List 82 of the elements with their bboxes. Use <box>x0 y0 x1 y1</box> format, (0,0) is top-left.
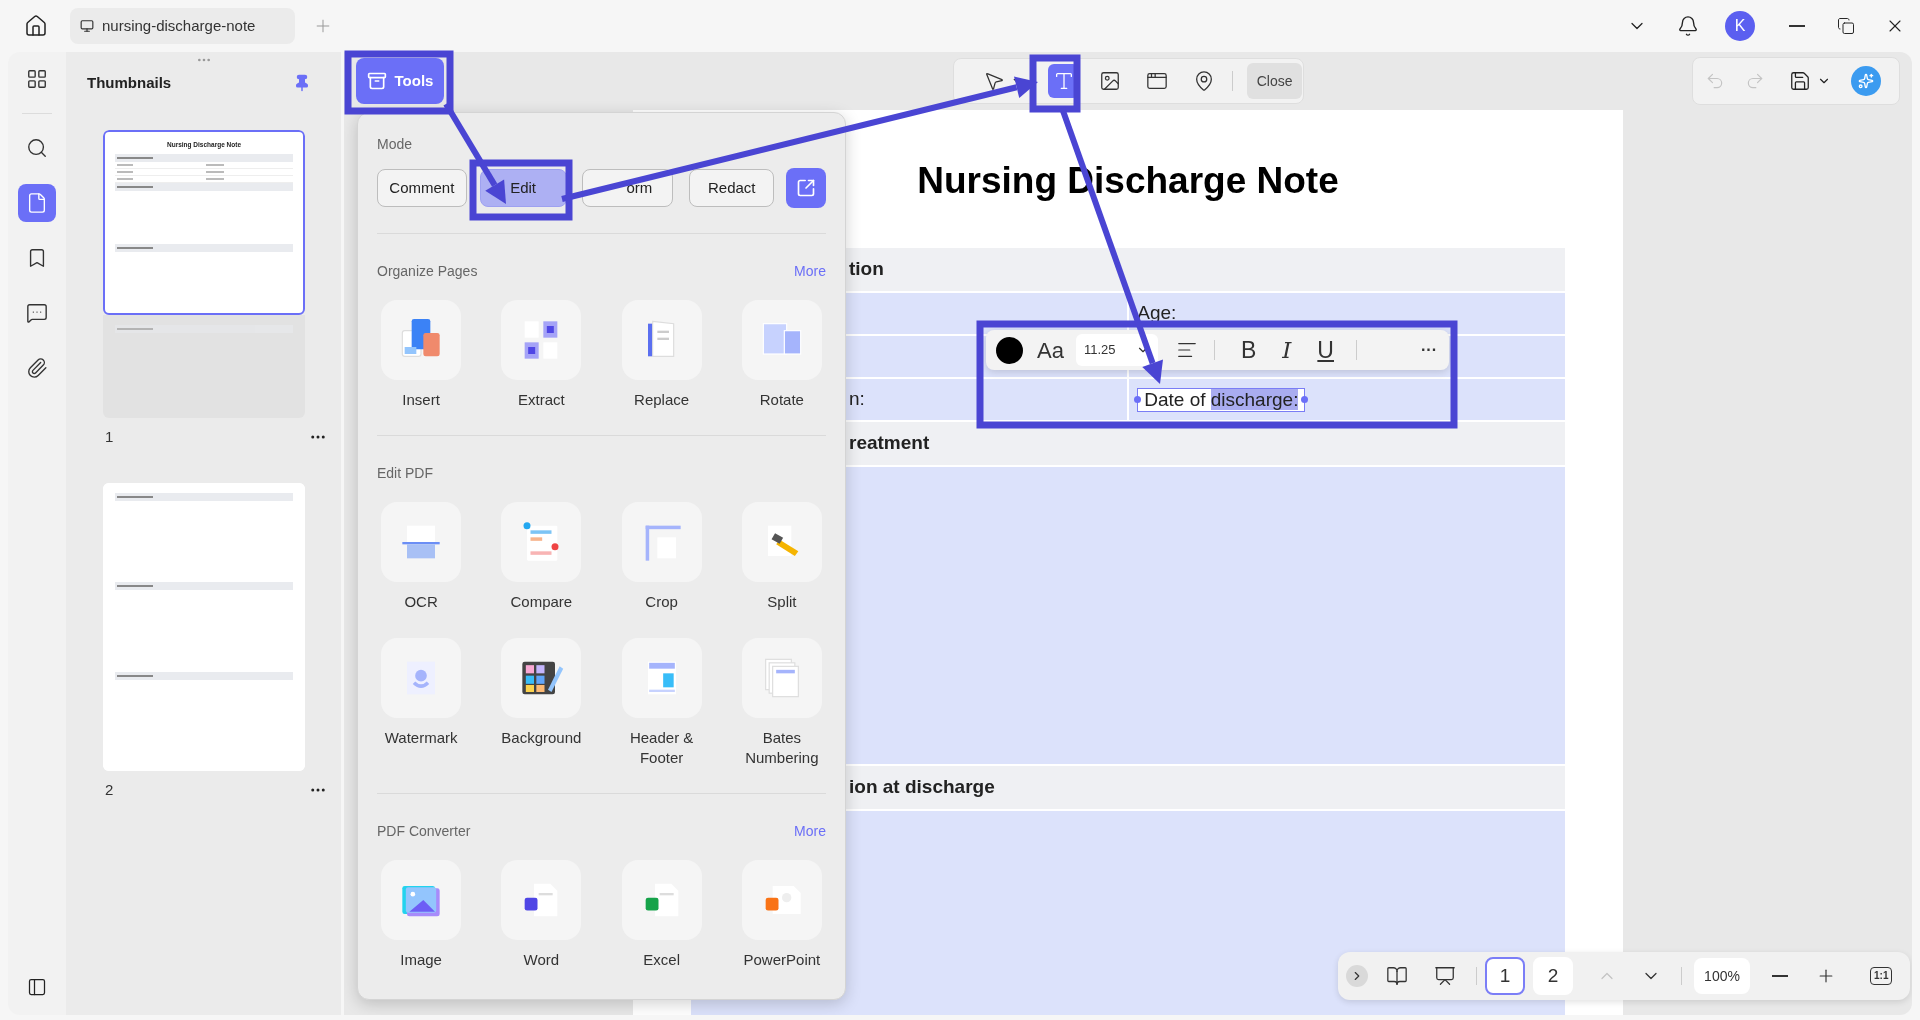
open-external-button[interactable] <box>786 168 826 208</box>
tool-label: Header & Footer <box>628 728 695 768</box>
expand-button[interactable] <box>1346 965 1368 987</box>
tool-label: Bates Numbering <box>744 728 820 768</box>
more-button[interactable]: ··· <box>1421 338 1437 362</box>
ai-assistant-button[interactable] <box>1851 66 1881 96</box>
external-link-icon <box>796 178 817 198</box>
toolbox-icon <box>366 71 387 91</box>
notification-button[interactable] <box>1677 15 1699 37</box>
home-icon <box>24 14 48 38</box>
text-style-button[interactable]: B <box>1240 332 1257 368</box>
bell-icon <box>1677 15 1699 37</box>
tool-button[interactable] <box>501 638 582 718</box>
tool-button[interactable] <box>501 860 582 940</box>
tool-label: Split <box>766 592 798 612</box>
presentation-icon <box>1434 965 1456 987</box>
text-style-button[interactable]: I <box>1282 332 1292 368</box>
grid-icon <box>26 68 48 90</box>
restore-icon <box>1837 17 1855 35</box>
paperclip-icon <box>26 357 48 379</box>
monitor-icon <box>80 19 94 33</box>
reading-mode-button[interactable] <box>1386 965 1408 987</box>
page-icon <box>26 192 48 214</box>
book-icon <box>1386 965 1408 987</box>
tool-label: Replace <box>633 390 691 410</box>
minimize-icon <box>1789 25 1805 27</box>
pin-icon <box>293 74 311 92</box>
tool-label: Word <box>522 950 561 970</box>
mode-button[interactable]: Redact <box>689 169 775 207</box>
image-icon <box>1099 70 1122 92</box>
sparkle-icon <box>1858 73 1874 89</box>
page-number: 2 <box>105 779 114 800</box>
save-button[interactable] <box>1789 70 1811 92</box>
avatar[interactable]: K <box>1725 11 1755 41</box>
restore-button[interactable] <box>1837 17 1855 35</box>
section-title: PDF Converter <box>377 822 471 840</box>
text-edit-box[interactable]: Date of discharge: <box>1137 387 1306 412</box>
tool-label: Image <box>399 950 443 970</box>
tool-label: Rotate <box>758 390 805 410</box>
tool-label: Insert <box>401 390 441 410</box>
document-tab[interactable]: nursing-discharge-note <box>70 8 295 44</box>
panel-button[interactable] <box>27 977 47 997</box>
more-link[interactable]: More <box>794 262 826 280</box>
tools-button[interactable]: Tools <box>356 58 444 104</box>
section-title: Edit PDF <box>377 464 433 482</box>
section-title: Organize Pages <box>377 262 478 280</box>
actual-size-button[interactable]: 1:1 <box>1870 967 1893 985</box>
tool-label: OCR <box>403 592 439 612</box>
link-box-icon <box>1146 70 1169 92</box>
more-link[interactable]: More <box>794 822 826 840</box>
redo-icon <box>1745 71 1765 91</box>
search-icon <box>26 137 48 159</box>
font-size-dropdown[interactable]: 11.25 <box>1075 334 1158 366</box>
panel-title: Thumbnails <box>87 72 172 93</box>
tool-label: Crop <box>644 592 679 612</box>
text-style-button[interactable]: U <box>1317 332 1334 368</box>
home-button[interactable] <box>23 13 49 39</box>
minus-icon <box>1772 975 1788 977</box>
zoom-field[interactable]: 100% <box>1694 958 1750 994</box>
section-title: Mode <box>377 135 414 153</box>
page-button[interactable]: 2 <box>1533 957 1573 995</box>
undo-icon <box>1705 71 1725 91</box>
tool-label: Background <box>500 728 583 748</box>
close-edit-button[interactable]: Close <box>1246 63 1303 99</box>
tool-label: Compare <box>509 592 574 612</box>
tool-label: Excel <box>642 950 681 970</box>
tool-label: Extract <box>517 390 566 410</box>
tool-label: Watermark <box>383 728 459 748</box>
page-number: 1 <box>105 426 114 447</box>
save-icon <box>1789 70 1811 92</box>
comment-icon <box>26 302 48 324</box>
page-button[interactable]: 1 <box>1485 957 1525 995</box>
page-thumbnail[interactable] <box>103 483 305 771</box>
highlight-frame <box>1029 54 1081 113</box>
tool-label: PowerPoint <box>742 950 822 970</box>
mode-button[interactable]: Comment <box>377 169 467 207</box>
resize-handle[interactable] <box>1301 395 1309 403</box>
color-swatch[interactable] <box>996 336 1023 364</box>
panel-icon <box>27 977 47 997</box>
presentation-button[interactable] <box>1434 965 1456 987</box>
resize-handle[interactable] <box>1134 395 1142 403</box>
font-button[interactable]: Aa <box>1037 333 1064 367</box>
